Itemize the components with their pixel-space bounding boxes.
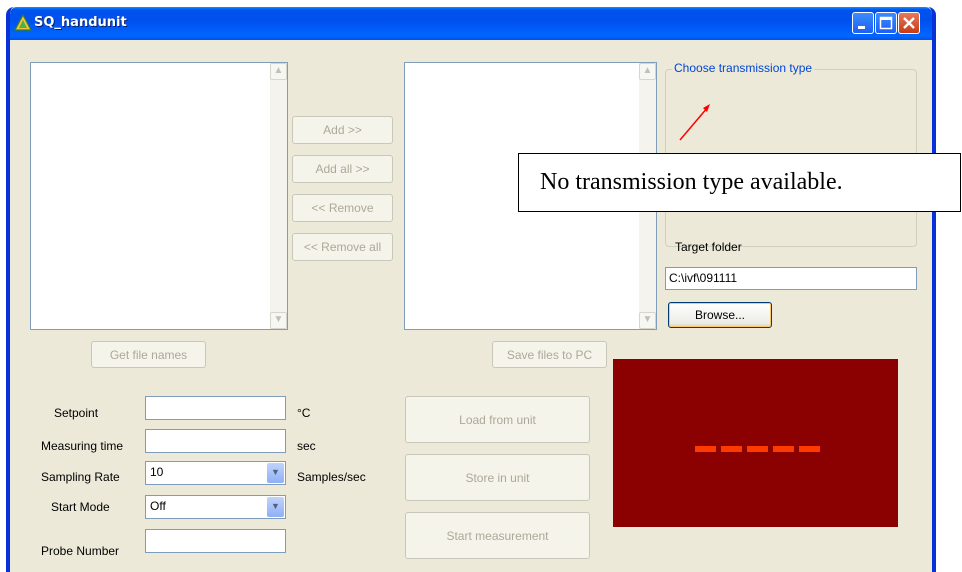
- probe-number-label: Probe Number: [41, 544, 120, 558]
- remove-all-button[interactable]: << Remove all: [292, 233, 393, 261]
- window-title: SQ_handunit: [34, 15, 127, 30]
- measuring-time-field[interactable]: [145, 429, 286, 453]
- sampling-rate-label: Sampling Rate: [41, 470, 120, 484]
- title-bar[interactable]: SQ_handunit: [10, 7, 932, 40]
- annotation-callout: No transmission type available.: [518, 153, 961, 212]
- chevron-down-icon[interactable]: ▼: [267, 497, 284, 517]
- app-triangle-icon: [14, 14, 32, 31]
- close-button[interactable]: [898, 12, 920, 34]
- add-button[interactable]: Add >>: [292, 116, 393, 144]
- load-from-unit-button[interactable]: Load from unit: [405, 396, 590, 443]
- sampling-rate-unit: Samples/sec: [297, 470, 366, 484]
- start-mode-value: Off: [150, 499, 166, 513]
- led-segment: [695, 446, 716, 452]
- sampling-rate-value: 10: [150, 465, 164, 479]
- add-all-button[interactable]: Add all >>: [292, 155, 393, 183]
- target-folder-label: Target folder: [675, 240, 742, 254]
- chevron-down-icon[interactable]: ▼: [267, 463, 284, 483]
- scroll-down-arrow-icon[interactable]: ▼: [639, 312, 656, 329]
- get-file-names-button[interactable]: Get file names: [91, 341, 206, 368]
- remove-button[interactable]: << Remove: [292, 194, 393, 222]
- minimize-button[interactable]: [852, 12, 874, 34]
- scroll-up-arrow-icon[interactable]: ▲: [639, 63, 656, 80]
- scroll-down-arrow-icon[interactable]: ▼: [270, 312, 287, 329]
- setpoint-field[interactable]: [145, 396, 286, 420]
- led-segment: [747, 446, 768, 452]
- unit-file-list[interactable]: ▲ ▼: [30, 62, 288, 330]
- led-segment: [721, 446, 742, 452]
- target-folder-field[interactable]: C:\ivf\091111: [665, 267, 917, 290]
- save-files-to-pc-button[interactable]: Save files to PC: [492, 341, 607, 368]
- led-display: [613, 359, 898, 527]
- maximize-icon: [879, 16, 893, 30]
- maximize-button[interactable]: [875, 12, 897, 34]
- close-icon: [903, 17, 915, 29]
- browse-button[interactable]: Browse...: [668, 302, 772, 328]
- store-in-unit-button[interactable]: Store in unit: [405, 454, 590, 501]
- scroll-up-arrow-icon[interactable]: ▲: [270, 63, 287, 80]
- start-mode-select[interactable]: Off ▼: [145, 495, 286, 519]
- start-mode-label: Start Mode: [51, 500, 110, 514]
- start-measurement-button[interactable]: Start measurement: [405, 512, 590, 559]
- annotation-arrow-icon: [679, 104, 710, 141]
- minimize-icon: [858, 26, 865, 29]
- sampling-rate-select[interactable]: 10 ▼: [145, 461, 286, 485]
- unit-file-list-scrollbar[interactable]: ▲ ▼: [270, 63, 287, 329]
- setpoint-unit: °C: [297, 406, 311, 420]
- led-segment: [799, 446, 820, 452]
- transmission-group-title: Choose transmission type: [672, 61, 815, 75]
- setpoint-label: Setpoint: [54, 406, 99, 420]
- led-segment: [773, 446, 794, 452]
- measuring-time-label: Measuring time: [41, 439, 124, 453]
- probe-number-field[interactable]: [145, 529, 286, 553]
- measuring-time-unit: sec: [297, 439, 316, 453]
